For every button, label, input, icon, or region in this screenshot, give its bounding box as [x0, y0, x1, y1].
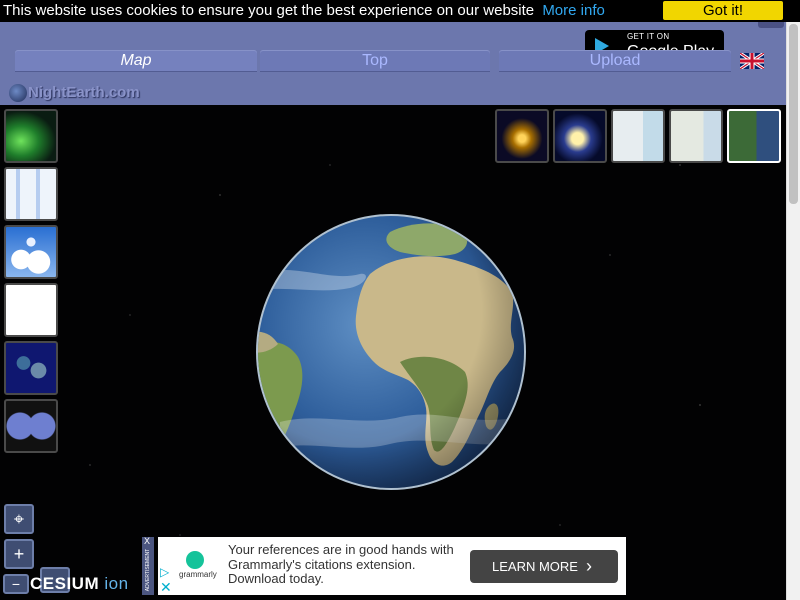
layer-night-lights-2-thumbnail[interactable] — [553, 109, 607, 163]
layer-night-lights-1-thumbnail[interactable] — [495, 109, 549, 163]
learn-more-button[interactable]: LEARN MORE › — [470, 550, 618, 583]
tab-top[interactable]: Top — [260, 50, 490, 71]
cookie-accept-button[interactable]: Got it! — [663, 1, 783, 20]
cesium-logo-suffix: ion — [104, 574, 129, 593]
learn-more-label: LEARN MORE — [492, 559, 578, 574]
logo-globe-icon — [9, 84, 27, 103]
site-logo[interactable]: NightEarth.com — [9, 82, 140, 104]
tab-map[interactable]: Map — [15, 50, 257, 71]
layer-twin-globes-thumbnail[interactable] — [4, 399, 58, 453]
header-corner-tab[interactable] — [758, 22, 784, 28]
layer-world-map-thumbnail[interactable] — [4, 167, 58, 221]
ad-brand: grammarly — [179, 570, 217, 579]
layer-aurora-thumbnail[interactable] — [4, 109, 58, 163]
cesium-ion-logo[interactable]: CESIUM ion — [30, 574, 129, 594]
cookie-message: This website uses cookies to ensure you … — [3, 2, 535, 19]
zoom-in-button[interactable]: + — [4, 539, 34, 569]
more-info-link[interactable]: More info — [542, 2, 605, 19]
ad-label: ADVERTISEMENT — [145, 548, 151, 592]
layer-blank-map-thumbnail[interactable] — [4, 283, 58, 337]
google-play-badge[interactable]: GET IT ON Google Play — [585, 30, 724, 52]
zoom-out-button[interactable]: − — [3, 574, 29, 594]
cesium-logo-main: CESIUM — [30, 574, 100, 593]
ad-text: Your references are in good hands with G… — [228, 542, 454, 586]
chevron-right-icon: › — [586, 556, 592, 576]
locate-icon[interactable]: ⌖ — [4, 504, 34, 534]
cookie-banner: This website uses cookies to ensure you … — [0, 0, 800, 22]
site-header: GET IT ON Google Play Map Top Upload Nig… — [0, 22, 786, 105]
layer-clouds-thumbnail[interactable] — [4, 225, 58, 279]
play-badge-line1: GET IT ON — [627, 32, 670, 41]
grammarly-ad[interactable]: grammarly Your references are in good ha… — [158, 537, 626, 595]
scrollbar-thumb[interactable] — [789, 24, 798, 204]
ad-choices-icon[interactable]: ▷ — [160, 565, 169, 579]
layer-satellite-thumbnail[interactable] — [727, 109, 781, 163]
nightearth-page: This website uses cookies to ensure you … — [0, 0, 800, 600]
earth-globe[interactable] — [250, 212, 532, 494]
logo-text: NightEarth.com — [28, 84, 140, 101]
layer-street-map-2-thumbnail[interactable] — [669, 109, 723, 163]
layer-night-world-thumbnail[interactable] — [4, 341, 58, 395]
ad-label-strip: X ADVERTISEMENT — [142, 537, 154, 595]
main-tabs: Map Top Upload — [15, 50, 731, 72]
tab-upload[interactable]: Upload — [499, 50, 731, 71]
grammarly-logo-icon — [186, 551, 204, 569]
page-scrollbar[interactable] — [786, 22, 800, 600]
uk-flag-icon[interactable] — [740, 53, 764, 69]
ad-dismiss-icon[interactable]: ✕ — [160, 579, 172, 596]
layer-street-map-1-thumbnail[interactable] — [611, 109, 665, 163]
